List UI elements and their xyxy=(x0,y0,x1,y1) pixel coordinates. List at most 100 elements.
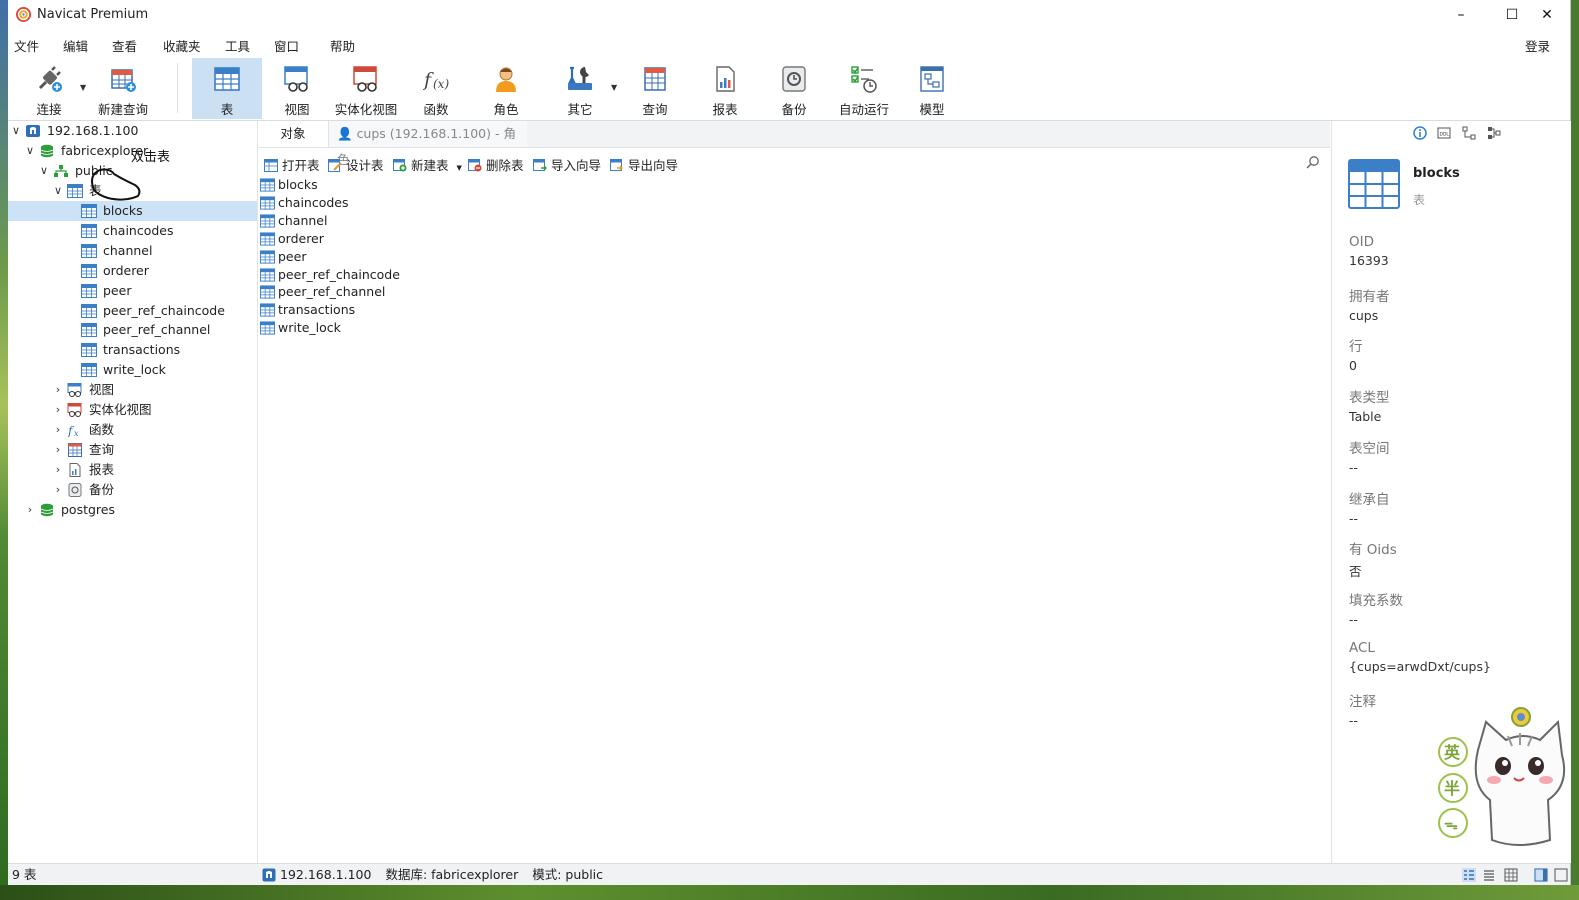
export-wizard-button[interactable]: 导出向导 xyxy=(610,155,678,174)
ddl-icon[interactable]: DDL xyxy=(1437,126,1451,140)
other-button[interactable]: 其它 xyxy=(554,58,606,119)
info-field: 表空间 -- xyxy=(1349,437,1559,475)
chevron-down-icon[interactable]: ∨ xyxy=(38,161,50,181)
info-field-key: 表空间 xyxy=(1349,440,1390,457)
export-wizard-label: 导出向导 xyxy=(628,158,679,173)
detail-view-icon[interactable] xyxy=(1504,868,1518,882)
other-dropdown-icon[interactable]: ▼ xyxy=(611,83,617,92)
tab-role[interactable]: 👤 cups (192.168.1.100) - 角色 xyxy=(329,121,527,167)
chevron-right-icon[interactable]: › xyxy=(52,480,64,500)
tree-table-item[interactable]: channel xyxy=(8,241,257,261)
import-wizard-button[interactable]: 导入向导 xyxy=(533,155,601,174)
model-icon xyxy=(920,66,944,92)
chevron-down-icon[interactable]: ∨ xyxy=(52,181,64,201)
role-label: 角色 xyxy=(493,102,519,117)
import-wizard-label: 导入向导 xyxy=(551,158,602,173)
tree-queries-node[interactable]: › 查询 xyxy=(8,440,257,460)
chevron-down-icon[interactable]: ∨ xyxy=(10,121,22,141)
chevron-right-icon[interactable]: › xyxy=(24,500,36,520)
tree-table-item[interactable]: peer_ref_channel xyxy=(8,320,257,340)
table-icon xyxy=(260,267,275,282)
function-button[interactable]: f (x) 函数 xyxy=(412,58,460,119)
tree-postgres-db[interactable]: › postgres xyxy=(8,500,257,520)
tools-icon xyxy=(568,66,592,90)
materialized-view-button[interactable]: 实体化视图 xyxy=(330,58,402,119)
new-table-dropdown-icon[interactable]: ▼ xyxy=(457,164,462,172)
chevron-right-icon[interactable]: › xyxy=(52,380,64,400)
new-query-button[interactable]: 新建查询 xyxy=(94,58,152,119)
view-button[interactable]: 视图 xyxy=(270,58,324,119)
annotation-circle-mark xyxy=(91,168,141,201)
menu-view[interactable]: 查看 xyxy=(112,36,137,55)
grid-view-icon[interactable] xyxy=(1462,868,1476,882)
table-icon xyxy=(260,303,275,317)
tree-matviews-node[interactable]: › 实体化视图 xyxy=(8,400,257,420)
tree-table-item[interactable]: chaincodes xyxy=(8,221,257,241)
new-query-label: 新建查询 xyxy=(97,102,148,117)
tree-table-item[interactable]: write_lock xyxy=(8,360,257,380)
connect-button[interactable]: 连接 xyxy=(22,58,76,119)
info-icon[interactable] xyxy=(1413,126,1427,140)
info-field-value: -- xyxy=(1349,459,1359,475)
info-field-value: -- xyxy=(1349,510,1359,526)
chevron-right-icon[interactable]: › xyxy=(52,420,64,440)
query-button[interactable]: 查询 xyxy=(630,58,680,119)
menu-window[interactable]: 窗口 xyxy=(274,36,299,55)
chevron-down-icon[interactable]: ∨ xyxy=(24,141,36,161)
menu-tools[interactable]: 工具 xyxy=(225,36,250,55)
tab-objects[interactable]: 对象 xyxy=(258,121,329,147)
automation-icon xyxy=(851,66,877,93)
tree-functions-node[interactable]: › fx 函数 xyxy=(8,420,257,440)
menu-edit[interactable]: 编辑 xyxy=(63,36,88,55)
chevron-right-icon[interactable]: › xyxy=(52,400,64,420)
info-field-key: 拥有者 xyxy=(1349,288,1390,305)
model-button[interactable]: 模型 xyxy=(908,58,956,119)
tree-backups-node[interactable]: › 备份 xyxy=(8,480,257,500)
table-icon xyxy=(81,243,97,258)
tree-reports-node[interactable]: › 报表 xyxy=(8,460,257,480)
new-table-button[interactable]: 新建表 ▼ xyxy=(393,155,462,174)
open-table-button[interactable]: 打开表 xyxy=(264,155,320,174)
menu-file[interactable]: 文件 xyxy=(14,36,39,55)
tree-table-item[interactable]: peer xyxy=(8,281,257,301)
relation-icon[interactable] xyxy=(1487,126,1501,140)
open-table-icon xyxy=(264,159,278,172)
tree-table-item[interactable]: transactions xyxy=(8,340,257,360)
info-field: 表类型 Table xyxy=(1349,386,1559,424)
menu-favorites[interactable]: 收藏夹 xyxy=(163,36,201,55)
table-button[interactable]: 表 xyxy=(192,58,262,119)
table-icon xyxy=(81,303,97,318)
design-table-button[interactable]: 设计表 xyxy=(328,155,384,174)
close-button[interactable]: ✕ xyxy=(1524,0,1570,30)
toggle-info-panel-icon[interactable] xyxy=(1534,868,1548,882)
status-object-count: 9 表 xyxy=(12,867,37,882)
delete-table-button[interactable]: 删除表 xyxy=(468,155,524,174)
toggle-panel-icon[interactable] xyxy=(1554,868,1568,882)
object-list-label: chaincodes xyxy=(278,194,349,210)
postgres-connection-icon xyxy=(262,868,276,882)
backup-button[interactable]: 备份 xyxy=(770,58,818,119)
tree-table-item[interactable]: peer_ref_chaincode xyxy=(8,301,257,321)
connect-dropdown-icon[interactable]: ▼ xyxy=(80,83,86,92)
role-button[interactable]: 角色 xyxy=(482,58,530,119)
report-label: 报表 xyxy=(712,102,738,117)
tree-connection[interactable]: ∨ 192.168.1.100 xyxy=(8,121,257,141)
connect-label: 连接 xyxy=(36,102,62,117)
status-bar: 9 表 192.168.1.100 数据库: fabricexplorer 模式… xyxy=(8,863,1570,886)
search-icon[interactable] xyxy=(1306,155,1320,169)
tree-table-item[interactable]: orderer xyxy=(8,261,257,281)
automation-button[interactable]: 自动运行 xyxy=(834,58,894,119)
info-field: 行0 xyxy=(1349,335,1559,373)
tree-table-label: write_lock xyxy=(103,362,166,378)
report-button[interactable]: 报表 xyxy=(700,58,750,119)
minimize-button[interactable]: – xyxy=(1438,0,1484,30)
menu-help[interactable]: 帮助 xyxy=(330,36,355,55)
chevron-right-icon[interactable]: › xyxy=(52,440,64,460)
object-list-label: peer xyxy=(278,248,307,264)
tree-table-label: orderer xyxy=(103,262,149,278)
list-view-icon[interactable] xyxy=(1482,868,1496,882)
login-link[interactable]: 登录 xyxy=(1525,36,1550,55)
dependency-icon[interactable] xyxy=(1462,126,1476,140)
chevron-right-icon[interactable]: › xyxy=(52,460,64,480)
tree-views-node[interactable]: › 视图 xyxy=(8,380,257,400)
